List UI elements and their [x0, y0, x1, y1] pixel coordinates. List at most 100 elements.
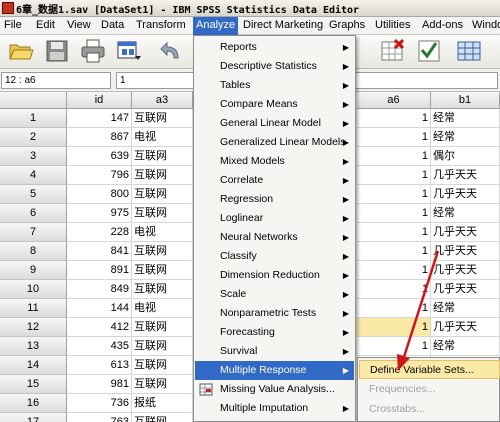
menu-data[interactable]: Data: [101, 19, 124, 31]
undo-icon[interactable]: [158, 38, 184, 64]
cell-b1[interactable]: 几乎天天: [431, 261, 500, 280]
cell-id[interactable]: 841: [67, 242, 132, 261]
column-header-a6[interactable]: a6: [357, 92, 431, 109]
submenu-item[interactable]: Define Variable Sets...: [359, 360, 500, 379]
analyze-menu-item[interactable]: Scale ▶: [195, 285, 354, 304]
cell-a6[interactable]: 1: [357, 185, 431, 204]
cell-a6[interactable]: 1: [357, 242, 431, 261]
cell-b1[interactable]: 几乎天天: [431, 166, 500, 185]
cell-a3[interactable]: 互联网: [132, 147, 193, 166]
menu-view[interactable]: View: [67, 19, 91, 31]
analyze-menu-item[interactable]: Correlate ▶: [195, 171, 354, 190]
menu-edit[interactable]: Edit: [36, 19, 55, 31]
analyze-menu-item[interactable]: Tables ▶: [195, 76, 354, 95]
grid-icon[interactable]: [456, 38, 482, 64]
cell-a3[interactable]: 电视: [132, 223, 193, 242]
cell-a3[interactable]: 互联网: [132, 318, 193, 337]
cell-id[interactable]: 796: [67, 166, 132, 185]
cell-b1[interactable]: 几乎天天: [431, 185, 500, 204]
cell-a6[interactable]: 1: [357, 109, 431, 128]
cell-a6[interactable]: 1: [357, 299, 431, 318]
analyze-menu-item[interactable]: Descriptive Statistics ▶: [195, 57, 354, 76]
cell-a3[interactable]: 互联网: [132, 261, 193, 280]
row-header[interactable]: 12: [0, 318, 67, 337]
analyze-menu-item[interactable]: Mixed Models ▶: [195, 152, 354, 171]
analyze-menu-item[interactable]: Forecasting ▶: [195, 323, 354, 342]
column-header-a3[interactable]: a3: [132, 92, 193, 109]
analyze-menu-item[interactable]: Nonparametric Tests ▶: [195, 304, 354, 323]
cell-id[interactable]: 800: [67, 185, 132, 204]
cell-id[interactable]: 613: [67, 356, 132, 375]
analyze-menu-item[interactable]: Multiple Imputation ▶: [195, 399, 354, 418]
cell-a6[interactable]: 1: [357, 147, 431, 166]
analyze-menu-item[interactable]: Compare Means ▶: [195, 95, 354, 114]
analyze-menu-item[interactable]: Regression ▶: [195, 190, 354, 209]
row-header[interactable]: 3: [0, 147, 67, 166]
analyze-menu-item[interactable]: Dimension Reduction ▶: [195, 266, 354, 285]
row-header[interactable]: 6: [0, 204, 67, 223]
cell-b1[interactable]: 几乎天天: [431, 223, 500, 242]
cell-id[interactable]: 144: [67, 299, 132, 318]
cell-a3[interactable]: 互联网: [132, 242, 193, 261]
cell-id[interactable]: 849: [67, 280, 132, 299]
menu-utilities[interactable]: Utilities: [375, 19, 410, 31]
cell-id[interactable]: 981: [67, 375, 132, 394]
row-header[interactable]: 2: [0, 128, 67, 147]
row-header[interactable]: 1: [0, 109, 67, 128]
cell-a6[interactable]: 1: [357, 280, 431, 299]
cell-id[interactable]: 891: [67, 261, 132, 280]
menu-analyze[interactable]: Analyze: [193, 17, 239, 35]
cell-a3[interactable]: 互联网: [132, 204, 193, 223]
analyze-menu-item[interactable]: Neural Networks ▶: [195, 228, 354, 247]
cell-b1[interactable]: 偶尔: [431, 147, 500, 166]
cell-id[interactable]: 412: [67, 318, 132, 337]
row-header[interactable]: 15: [0, 375, 67, 394]
open-folder-icon[interactable]: [8, 38, 34, 64]
cell-a3[interactable]: 互联网: [132, 413, 193, 422]
menu-file[interactable]: File: [4, 19, 22, 31]
cell-b1[interactable]: 经常: [431, 128, 500, 147]
weight-cases-icon[interactable]: [416, 38, 442, 64]
cell-a3[interactable]: 互联网: [132, 337, 193, 356]
cell-a6[interactable]: 1: [357, 223, 431, 242]
cell-id[interactable]: 867: [67, 128, 132, 147]
row-header[interactable]: 5: [0, 185, 67, 204]
cell-b1[interactable]: 几乎天天: [431, 280, 500, 299]
analyze-menu-item[interactable]: Multiple Response ▶: [195, 361, 354, 380]
menu-add-ons[interactable]: Add-ons: [422, 19, 463, 31]
cell-a3[interactable]: 互联网: [132, 166, 193, 185]
analyze-menu-item[interactable]: Classify ▶: [195, 247, 354, 266]
menu-direct-marketing[interactable]: Direct Marketing: [243, 19, 323, 31]
menu-graphs[interactable]: Graphs: [329, 19, 365, 31]
column-header-id[interactable]: id: [67, 92, 132, 109]
column-header-b1[interactable]: b1: [431, 92, 500, 109]
cell-id[interactable]: 736: [67, 394, 132, 413]
analyze-menu-item[interactable]: Survival ▶: [195, 342, 354, 361]
cell-b1[interactable]: 经常: [431, 204, 500, 223]
cell-b1[interactable]: 经常: [431, 109, 500, 128]
cell-b1[interactable]: 经常: [431, 337, 500, 356]
cell-a3[interactable]: 互联网: [132, 356, 193, 375]
analyze-menu-item[interactable]: Reports ▶: [195, 38, 354, 57]
row-header[interactable]: 7: [0, 223, 67, 242]
cell-a3[interactable]: 报纸: [132, 394, 193, 413]
cell-a6[interactable]: 1: [357, 337, 431, 356]
row-header[interactable]: 13: [0, 337, 67, 356]
cell-a3[interactable]: 互联网: [132, 185, 193, 204]
analyze-menu-item[interactable]: Missing Value Analysis...: [195, 380, 354, 399]
menu-window[interactable]: Windo: [472, 19, 500, 31]
cell-id[interactable]: 975: [67, 204, 132, 223]
cell-a6[interactable]: 1: [357, 204, 431, 223]
print-icon[interactable]: [80, 38, 106, 64]
row-header[interactable]: 17: [0, 413, 67, 422]
cell-id[interactable]: 639: [67, 147, 132, 166]
analyze-menu-item[interactable]: Generalized Linear Models ▶: [195, 133, 354, 152]
cell-a6[interactable]: 1: [357, 166, 431, 185]
cell-a3[interactable]: 互联网: [132, 280, 193, 299]
cell-b1[interactable]: 几乎天天: [431, 318, 500, 337]
analyze-menu-item[interactable]: Loglinear ▶: [195, 209, 354, 228]
select-cases-icon[interactable]: [380, 38, 406, 64]
cell-a3[interactable]: 互联网: [132, 109, 193, 128]
cell-b1[interactable]: 几乎天天: [431, 242, 500, 261]
analyze-menu-item[interactable]: General Linear Model ▶: [195, 114, 354, 133]
